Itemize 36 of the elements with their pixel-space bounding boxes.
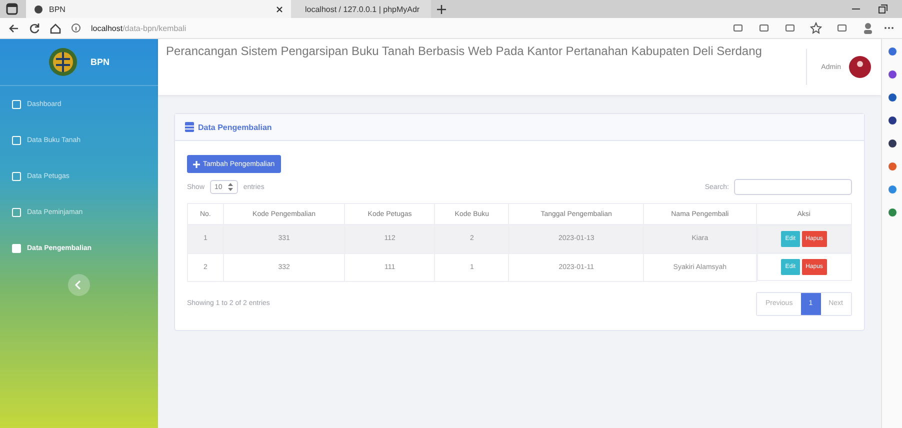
reload-icon[interactable] xyxy=(29,22,40,34)
table-icon xyxy=(185,122,194,132)
tab-label: localhost / 127.0.0.1 | phpMyAdr xyxy=(305,4,420,14)
search-field[interactable] xyxy=(734,179,852,195)
app-icon[interactable] xyxy=(888,70,896,79)
menu-item-icon xyxy=(12,172,21,180)
plus-icon xyxy=(193,160,200,168)
globe-logo-icon xyxy=(48,47,78,77)
browser-tab[interactable]: BPN xyxy=(26,0,291,18)
page-title: Perancangan Sistem Pengarsipan Buku Tanah Berbasis Web Pada Kantor Pertanahan Kabupaten Deli Serdang xyxy=(166,43,763,59)
profile-icon[interactable] xyxy=(862,22,874,34)
tab-label: BPN xyxy=(49,4,66,14)
brand-name: BPN xyxy=(90,57,110,67)
collapse-toggle-icon[interactable] xyxy=(68,274,90,296)
app-icon[interactable] xyxy=(888,93,896,102)
browser-tab[interactable]: localhost / 127.0.0.1 | phpMyAdr xyxy=(291,0,431,18)
back-icon[interactable] xyxy=(8,22,19,34)
menu-item-icon xyxy=(12,208,21,216)
tab-actions-icon[interactable] xyxy=(6,3,18,15)
restore-button[interactable] xyxy=(878,4,888,14)
new-tab-icon[interactable] xyxy=(437,4,446,14)
avatar-icon[interactable] xyxy=(849,56,871,78)
star-icon[interactable] xyxy=(810,22,822,34)
app-icon[interactable] xyxy=(888,139,896,148)
menu-item-icon xyxy=(12,244,21,252)
home-icon[interactable] xyxy=(50,22,61,34)
globe-icon xyxy=(34,4,43,14)
app-icon[interactable] xyxy=(888,47,896,56)
info-icon xyxy=(71,23,81,33)
menu-item-icon xyxy=(12,100,21,108)
app-icon[interactable] xyxy=(888,116,896,125)
sort-caret-icon xyxy=(228,183,234,191)
card-title: Data Pengembalian xyxy=(198,122,272,132)
more-icon[interactable] xyxy=(884,26,894,30)
menu-item-icon xyxy=(12,136,21,144)
close-icon[interactable] xyxy=(276,6,283,12)
